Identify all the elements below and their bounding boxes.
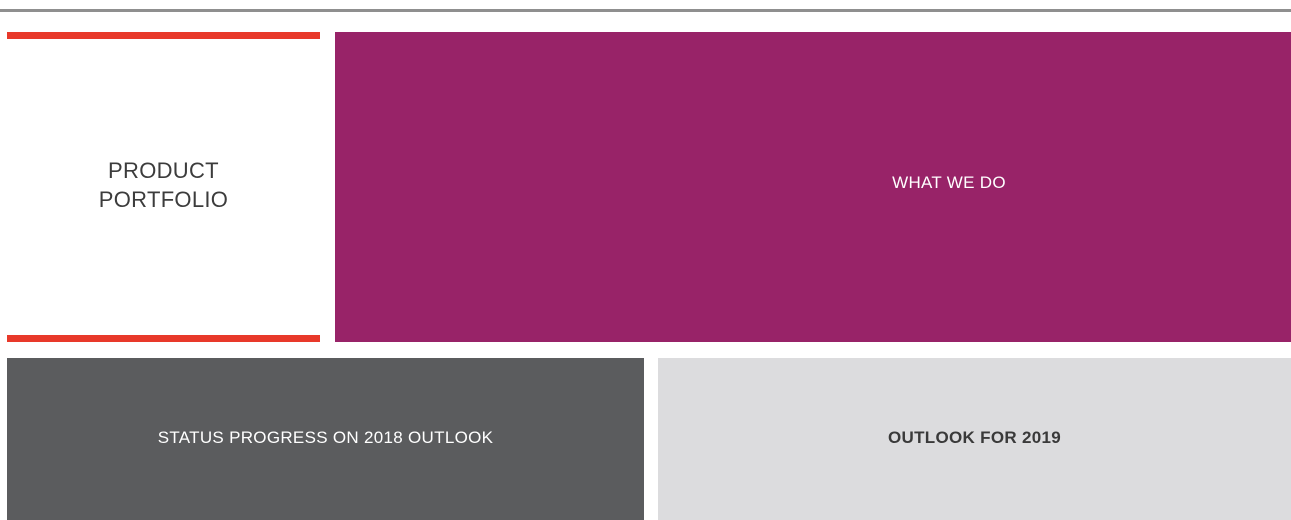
outlook-2019-label: OUTLOOK FOR 2019 — [888, 428, 1061, 447]
accent-bar-bottom — [7, 335, 320, 342]
product-portfolio-label: PRODUCT PORTFOLIO — [98, 158, 229, 212]
status-progress-label: STATUS PROGRESS ON 2018 OUTLOOK — [157, 428, 494, 447]
accent-bar-top — [7, 32, 320, 39]
status-progress-tile[interactable]: STATUS PROGRESS ON 2018 OUTLOOK — [7, 358, 644, 520]
what-we-do-label: WHAT WE DO — [892, 173, 1006, 192]
product-portfolio-tile[interactable]: PRODUCT PORTFOLIO — [7, 32, 320, 342]
top-divider — [0, 9, 1291, 12]
outlook-2019-tile[interactable]: OUTLOOK FOR 2019 — [658, 358, 1291, 520]
what-we-do-tile[interactable]: WHAT WE DO — [335, 32, 1291, 342]
